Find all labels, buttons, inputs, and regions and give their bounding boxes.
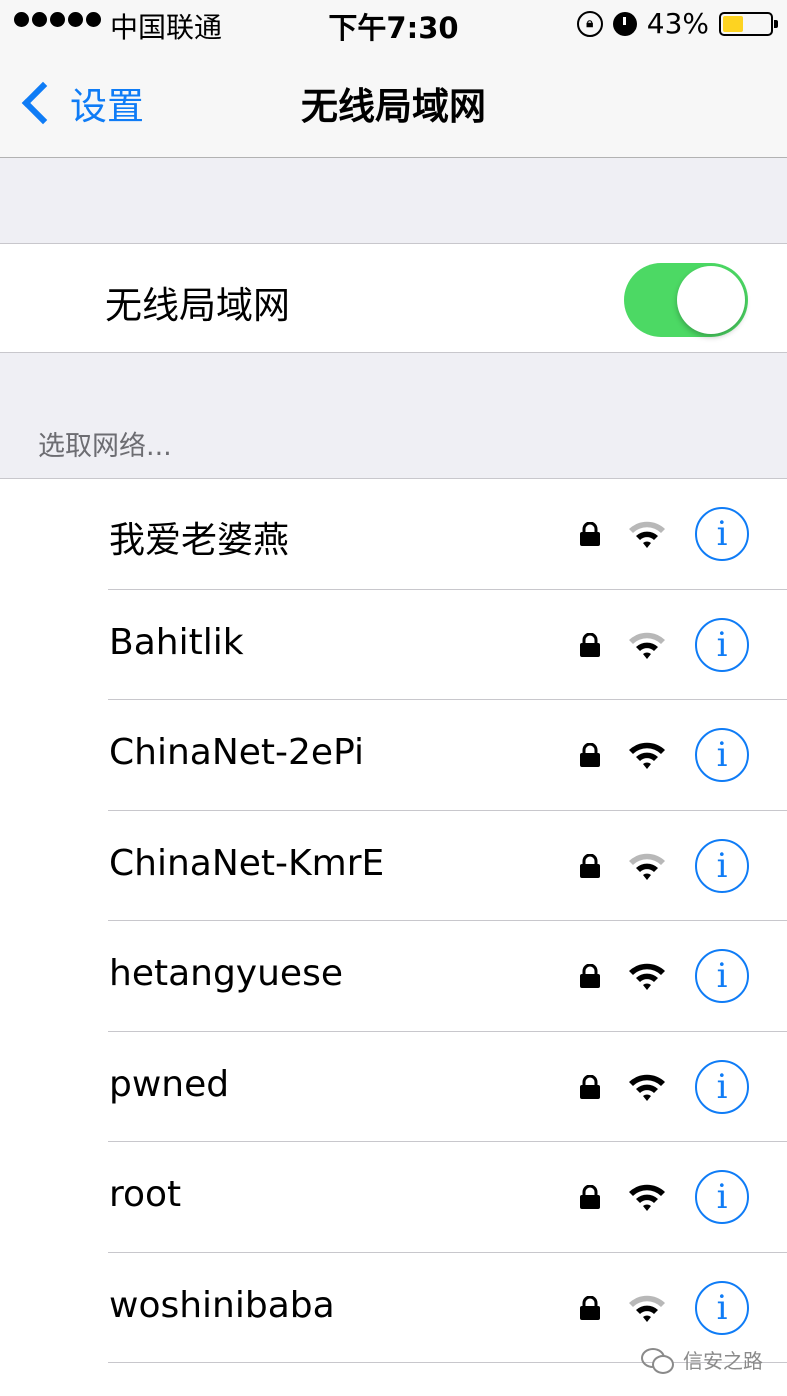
info-icon: i: [716, 1066, 728, 1107]
info-icon: i: [716, 514, 728, 554]
info-button[interactable]: i: [695, 838, 749, 893]
network-list: 我爱老婆燕 i Bahitlik i ChinaNet-2ePi i ChinaNet-Km…: [0, 478, 787, 1396]
wifi-signal-icon: [627, 630, 667, 660]
info-icon: i: [716, 624, 728, 665]
lock-icon: [580, 1184, 600, 1209]
network-ssid: root: [109, 1174, 182, 1215]
toggle-knob: [677, 266, 745, 334]
battery-percent: 43%: [646, 7, 709, 40]
wifi-signal-icon: [627, 740, 667, 770]
network-row[interactable]: 我爱老婆燕 i: [0, 479, 787, 590]
wifi-signal-icon: [627, 851, 667, 881]
network-ssid: pwned: [109, 1063, 230, 1105]
navigation-bar: 设置 无线局域网: [0, 50, 787, 158]
network-row[interactable]: hetangyuese i: [0, 921, 787, 1032]
network-row[interactable]: root i: [0, 1142, 787, 1253]
wifi-signal-icon: [627, 1182, 667, 1212]
network-ssid: ChinaNet-KmrE: [109, 842, 385, 884]
lock-icon: [580, 1074, 600, 1099]
info-icon: i: [716, 956, 728, 996]
network-ssid: hetangyuese: [109, 953, 343, 994]
network-ssid: Bahitlik: [109, 621, 244, 663]
info-button[interactable]: i: [695, 1059, 749, 1114]
info-button[interactable]: i: [695, 617, 749, 672]
network-row[interactable]: pwned i: [0, 1032, 787, 1143]
info-icon: i: [716, 845, 728, 886]
network-row[interactable]: Bahitlik i: [0, 590, 787, 701]
lock-icon: [580, 853, 600, 878]
info-icon: i: [716, 735, 728, 775]
info-button[interactable]: i: [695, 507, 749, 561]
wechat-icon: [641, 1347, 674, 1374]
watermark: 信安之路: [641, 1345, 763, 1374]
info-button[interactable]: i: [695, 1280, 749, 1335]
network-ssid: ChinaNet-2ePi: [109, 732, 364, 773]
lock-icon: [580, 632, 600, 657]
network-row[interactable]: ChinaNet-KmrE i: [0, 811, 787, 922]
wifi-toggle-label: 无线局域网: [105, 284, 290, 327]
network-row[interactable]: ChinaNet-2ePi i: [0, 700, 787, 811]
lock-icon: [580, 521, 600, 546]
wifi-signal-icon: [627, 1072, 667, 1102]
wifi-toggle-row: 无线局域网: [0, 243, 787, 353]
network-ssid: woshinibaba: [109, 1284, 335, 1326]
wifi-toggle-switch[interactable]: [624, 263, 748, 337]
status-right-group: 🔒︎ 43%: [576, 7, 778, 40]
battery-icon: [719, 11, 778, 36]
lock-icon: [580, 1295, 600, 1320]
info-icon: i: [716, 1177, 728, 1217]
wifi-signal-icon: [627, 1293, 667, 1323]
wifi-signal-icon: [627, 961, 667, 991]
alarm-icon: [612, 11, 637, 36]
network-ssid: 我爱老婆燕: [109, 520, 290, 561]
info-button[interactable]: i: [695, 949, 749, 1003]
info-button[interactable]: i: [695, 1170, 749, 1224]
watermark-text: 信安之路: [683, 1349, 763, 1373]
lock-icon: [580, 742, 600, 767]
lock-icon: [580, 963, 600, 988]
choose-network-header: 选取网络...: [38, 431, 172, 462]
info-button[interactable]: i: [695, 728, 749, 782]
page-title: 无线局域网: [301, 85, 486, 128]
rotation-lock-icon: 🔒︎: [576, 10, 603, 37]
wifi-signal-icon: [627, 519, 667, 549]
info-icon: i: [716, 1287, 728, 1328]
status-bar: 中国联通 下午7:30 🔒︎ 43%: [0, 0, 787, 50]
